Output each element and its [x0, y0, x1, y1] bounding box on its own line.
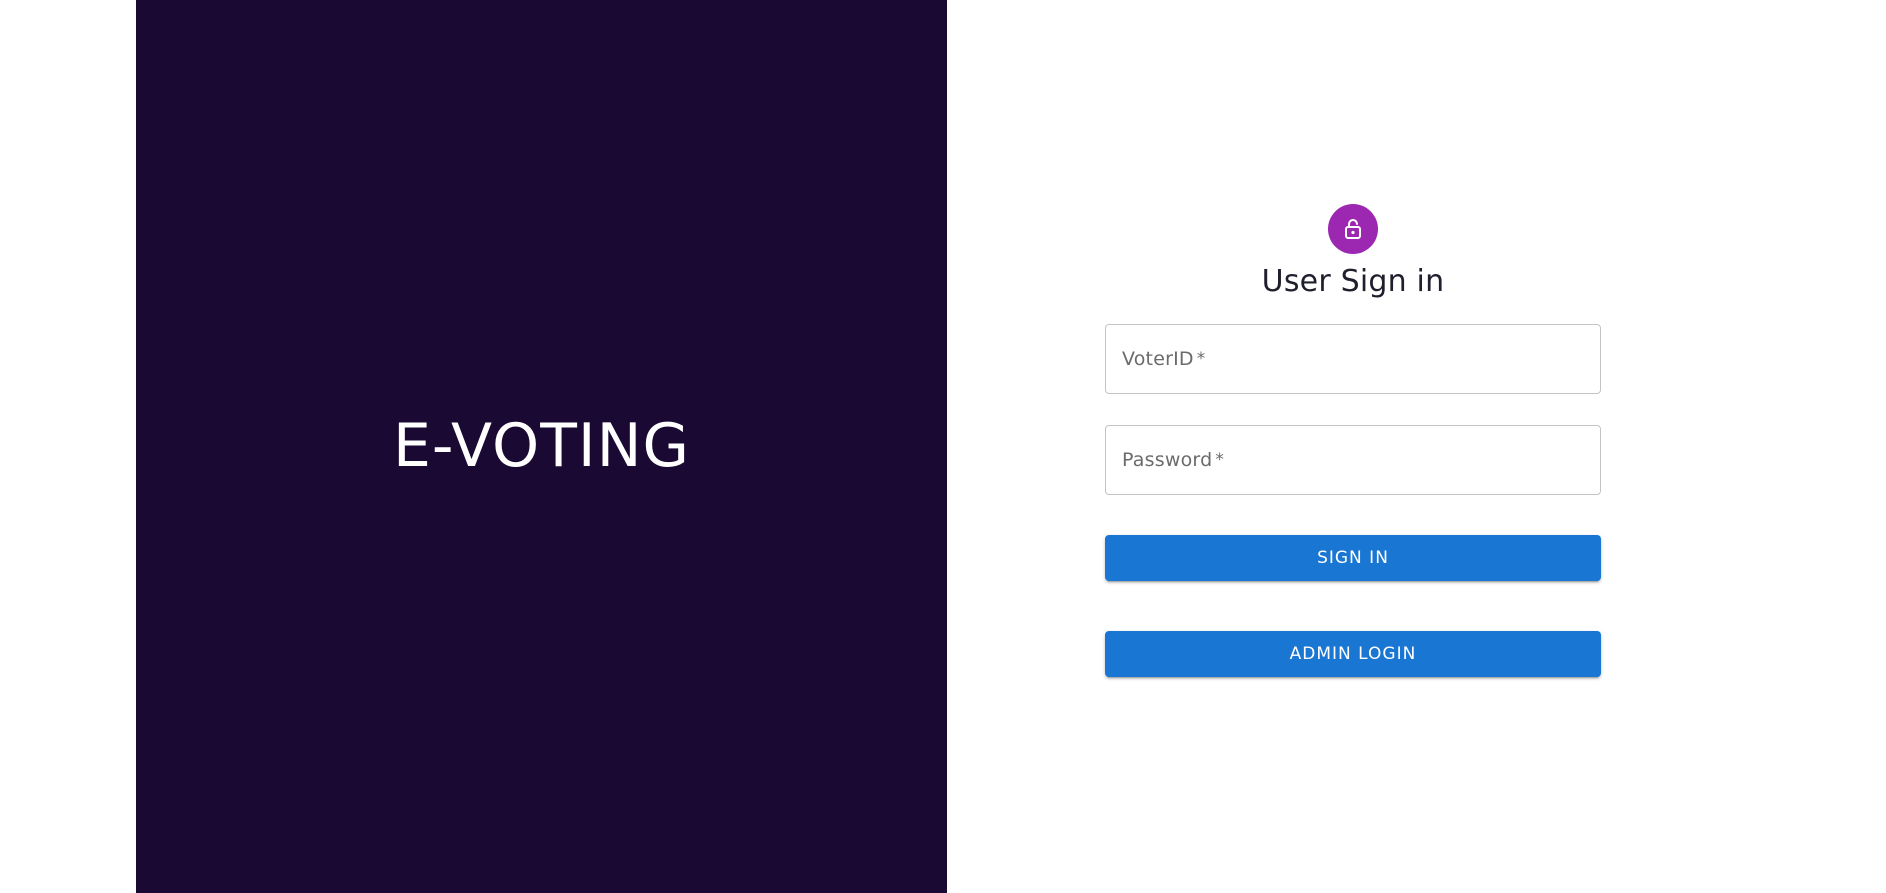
voter-id-required-mark: *	[1196, 349, 1206, 369]
voter-id-field[interactable]: VoterID *	[1105, 324, 1601, 394]
password-label: Password	[1122, 449, 1213, 471]
sign-in-form: User Sign in VoterID * Password * SIGN IN …	[1105, 204, 1601, 677]
voter-id-label: VoterID	[1122, 348, 1194, 370]
hero-panel: E-VOTING	[136, 0, 947, 893]
app-title: E-VOTING	[393, 411, 690, 481]
admin-login-button[interactable]: ADMIN LOGIN	[1105, 631, 1601, 677]
lock-icon	[1341, 217, 1365, 241]
login-page: E-VOTING User Sign in VoterID * Password *…	[0, 0, 1886, 893]
lock-avatar	[1328, 204, 1378, 254]
password-required-mark: *	[1215, 450, 1224, 470]
sign-in-button[interactable]: SIGN IN	[1105, 535, 1601, 581]
password-field[interactable]: Password *	[1105, 425, 1601, 495]
sign-in-title: User Sign in	[1261, 264, 1445, 299]
